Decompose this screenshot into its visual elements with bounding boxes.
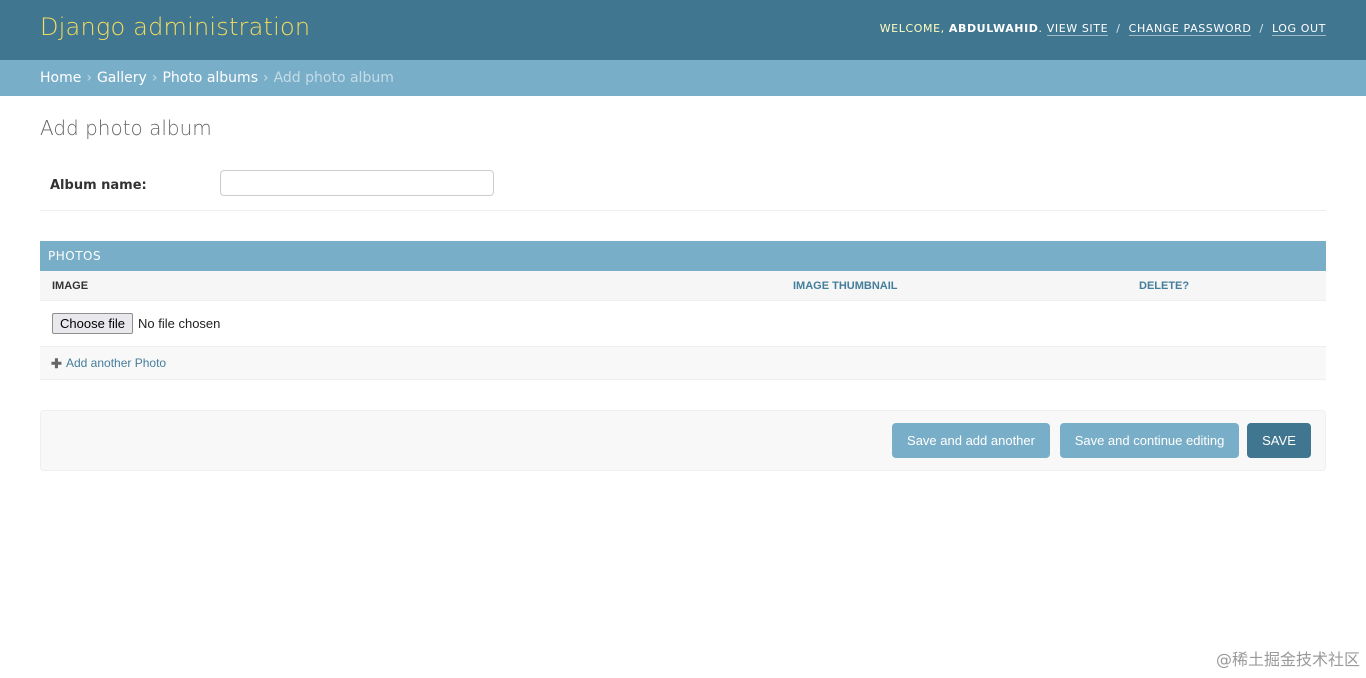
breadcrumb-separator: › bbox=[86, 70, 92, 86]
save-button[interactable]: SAVE bbox=[1247, 423, 1311, 458]
plus-icon: ✚ bbox=[51, 356, 62, 371]
add-another-row: ✚ Add another Photo bbox=[40, 347, 1326, 380]
user-tools-separator: / bbox=[1259, 22, 1264, 35]
change-password-link[interactable]: Change password bbox=[1128, 22, 1252, 36]
user-tools: Welcome, ABDULWAHID. View site / Change … bbox=[879, 22, 1326, 36]
column-image-thumbnail: IMAGE THUMBNAIL bbox=[793, 280, 898, 292]
table-row: Choose file No file chosen bbox=[40, 301, 1326, 347]
breadcrumb-separator: › bbox=[151, 70, 158, 86]
choose-file-button[interactable]: Choose file bbox=[52, 313, 134, 334]
save-and-add-another-button[interactable]: Save and add another bbox=[892, 423, 1050, 458]
breadcrumb-gallery[interactable]: Gallery bbox=[97, 70, 147, 86]
view-site-link[interactable]: View site bbox=[1046, 22, 1109, 36]
photos-inline-title: PHOTOS bbox=[40, 241, 1326, 271]
album-name-label: Album name: bbox=[50, 178, 147, 193]
breadcrumb-home[interactable]: Home bbox=[40, 70, 81, 86]
album-name-row: Album name: bbox=[40, 160, 1326, 211]
save-and-continue-button[interactable]: Save and continue editing bbox=[1060, 423, 1239, 458]
breadcrumb-photo-albums[interactable]: Photo albums bbox=[162, 70, 258, 86]
breadcrumb: Home › Gallery › Photo albums › Add photo albu… bbox=[0, 60, 1366, 96]
album-name-input[interactable] bbox=[220, 170, 494, 196]
page-title: Add photo album bbox=[40, 116, 212, 140]
file-status-text: No file chosen bbox=[138, 316, 221, 331]
welcome-text: Welcome, bbox=[879, 22, 945, 35]
photos-inline-group: PHOTOS IMAGE IMAGE THUMBNAIL DELETE? Cho… bbox=[40, 241, 1326, 380]
site-branding[interactable]: Django administration bbox=[40, 13, 310, 41]
watermark: @稀土掘金技术社区 bbox=[1215, 650, 1360, 669]
user-tools-separator: / bbox=[1116, 22, 1121, 35]
submit-row: Save and add another Save and continue e… bbox=[40, 410, 1326, 471]
log-out-link[interactable]: Log out bbox=[1271, 22, 1326, 36]
username: ABDULWAHID bbox=[948, 22, 1039, 35]
site-header: Django administration Welcome, ABDULWAHI… bbox=[0, 0, 1366, 60]
column-delete: DELETE? bbox=[1139, 280, 1190, 292]
add-another-photo-link[interactable]: Add another Photo bbox=[66, 356, 166, 370]
photos-table-header: IMAGE IMAGE THUMBNAIL DELETE? bbox=[40, 271, 1326, 301]
breadcrumb-current: Add photo album bbox=[273, 70, 394, 86]
breadcrumb-separator: › bbox=[262, 70, 269, 86]
column-image: IMAGE bbox=[52, 280, 89, 292]
